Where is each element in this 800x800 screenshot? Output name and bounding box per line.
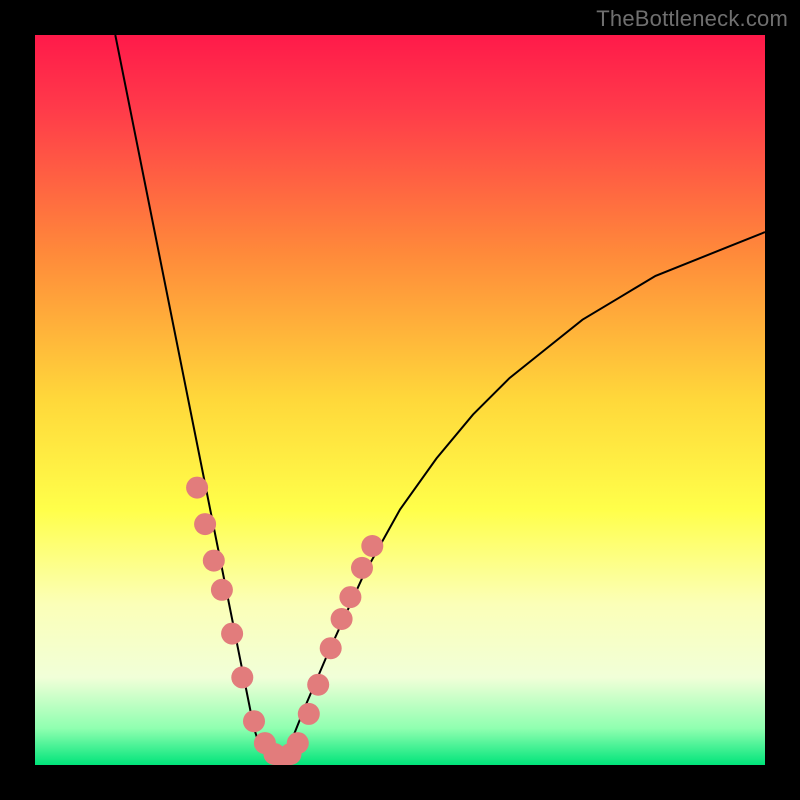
gradient-background (35, 35, 765, 765)
sample-dot (211, 579, 233, 601)
sample-dot (361, 535, 383, 557)
sample-dot (298, 703, 320, 725)
sample-dot (307, 674, 329, 696)
sample-dot (186, 477, 208, 499)
sample-dot (243, 710, 265, 732)
sample-dot (351, 557, 373, 579)
plot-svg (35, 35, 765, 765)
chart-stage: TheBottleneck.com (0, 0, 800, 800)
sample-dot (287, 732, 309, 754)
sample-dot (231, 666, 253, 688)
sample-dot (320, 637, 342, 659)
sample-dot (339, 586, 361, 608)
sample-dot (194, 513, 216, 535)
sample-dot (203, 550, 225, 572)
sample-dot (331, 608, 353, 630)
watermark-text: TheBottleneck.com (596, 6, 788, 32)
plot-area (35, 35, 765, 765)
sample-dot (221, 623, 243, 645)
